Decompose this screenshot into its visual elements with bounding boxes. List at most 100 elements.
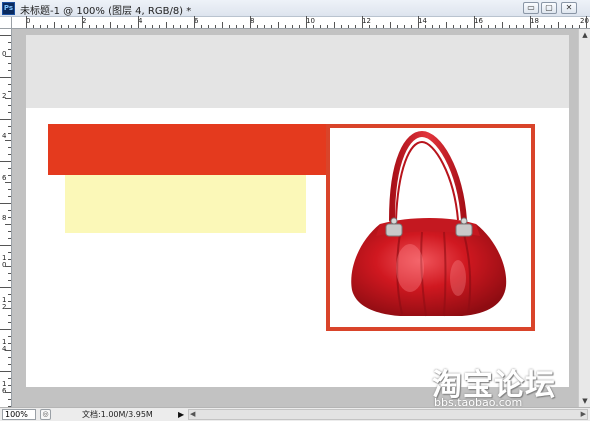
ruler-tick — [8, 217, 11, 218]
ruler-tick — [8, 210, 11, 211]
gray-background-layer[interactable] — [26, 35, 569, 108]
ruler-tick — [8, 105, 11, 106]
ruler-tick — [131, 25, 132, 28]
ruler-tick — [299, 25, 300, 28]
document-size-info: 文档:1.00M/3.95M — [82, 410, 153, 419]
ruler-tick — [8, 63, 11, 64]
ruler-tick — [201, 25, 202, 28]
ruler-tick — [278, 22, 279, 28]
ruler-tick — [8, 126, 11, 127]
close-button[interactable]: ✕ — [561, 2, 577, 14]
ruler-tick — [229, 25, 230, 28]
ruler-tick — [8, 280, 11, 281]
ruler-tick — [0, 245, 11, 246]
ruler-tick — [369, 25, 370, 28]
ruler-tick — [75, 25, 76, 28]
scroll-left-icon[interactable]: ◀ — [190, 410, 195, 419]
ruler-tick — [390, 22, 391, 28]
vertical-ruler[interactable]: 0 2 4 6 8 10 12 14 16 — [0, 29, 12, 407]
ruler-tick — [8, 357, 11, 358]
ruler-tick — [313, 25, 314, 28]
ruler-tick — [117, 25, 118, 28]
ruler-tick — [0, 287, 11, 288]
ruler-tick — [460, 25, 461, 28]
scroll-right-icon[interactable]: ▶ — [581, 410, 586, 419]
ruler-tick — [418, 16, 419, 28]
ruler-tick — [159, 25, 160, 28]
ruler-tick — [453, 25, 454, 28]
ruler-origin-corner[interactable] — [0, 17, 12, 29]
ruler-tick — [572, 25, 573, 28]
ruler-tick — [404, 25, 405, 28]
minimize-button[interactable]: ▭ — [523, 2, 539, 14]
ruler-tick — [8, 84, 11, 85]
ruler-tick — [61, 25, 62, 28]
ruler-tick — [481, 25, 482, 28]
document-canvas[interactable] — [26, 35, 569, 387]
ruler-label: 12 — [362, 17, 371, 25]
ruler-tick — [187, 25, 188, 28]
ruler-tick — [8, 189, 11, 190]
maximize-button[interactable]: ▢ — [541, 2, 557, 14]
ruler-tick — [124, 25, 125, 28]
ruler-tick — [8, 168, 11, 169]
yellow-rectangle-layer[interactable] — [65, 175, 306, 233]
ruler-tick — [208, 25, 209, 28]
ruler-tick — [152, 25, 153, 28]
ruler-tick — [509, 25, 510, 28]
product-photo-frame[interactable] — [326, 124, 535, 331]
zoom-level-field[interactable]: 100% — [2, 409, 36, 420]
vertical-scrollbar[interactable]: ▲ ▼ — [578, 29, 590, 407]
document-status-icon[interactable]: ◎ — [40, 409, 51, 420]
ruler-tick — [551, 25, 552, 28]
status-menu-arrow-icon[interactable]: ▶ — [178, 409, 184, 420]
ruler-tick — [89, 25, 90, 28]
ruler-tick — [5, 308, 11, 309]
ruler-tick — [425, 25, 426, 28]
ruler-tick — [0, 119, 11, 120]
ruler-tick — [138, 16, 139, 28]
ruler-tick — [8, 252, 11, 253]
ruler-tick — [397, 25, 398, 28]
horizontal-ruler[interactable]: 0 2 4 6 8 10 12 14 16 18 20 — [12, 16, 590, 29]
ruler-tick — [166, 22, 167, 28]
red-handbag-image — [351, 130, 507, 317]
ruler-tick — [8, 343, 11, 344]
ruler-tick — [530, 16, 531, 28]
workspace[interactable] — [12, 29, 578, 407]
ruler-tick — [8, 336, 11, 337]
ruler-tick — [0, 371, 11, 372]
ruler-tick — [8, 259, 11, 260]
ruler-label: 6 — [2, 174, 7, 182]
ruler-tick — [8, 91, 11, 92]
scroll-down-icon[interactable]: ▼ — [580, 396, 590, 406]
ruler-tick — [341, 25, 342, 28]
ruler-tick — [306, 16, 307, 28]
ruler-tick — [222, 22, 223, 28]
ruler-tick — [334, 22, 335, 28]
red-bar-layer[interactable] — [48, 124, 333, 175]
status-bar: 100% ◎ 文档:1.00M/3.95M ▶ ◀ ▶ — [0, 407, 590, 421]
ruler-tick — [194, 16, 195, 28]
ruler-tick — [586, 16, 587, 28]
document-title-bar[interactable]: Ps 未标题-1 @ 100% (图层 4, RGB/8) * ▭ ▢ ✕ — [0, 0, 590, 17]
ruler-tick — [0, 161, 11, 162]
ruler-tick — [82, 16, 83, 28]
ruler-tick — [5, 98, 11, 99]
horizontal-scrollbar[interactable]: ◀ ▶ — [188, 409, 588, 420]
ruler-tick — [8, 364, 11, 365]
ruler-tick — [5, 56, 11, 57]
ruler-tick — [8, 154, 11, 155]
ruler-tick — [362, 16, 363, 28]
ruler-tick — [5, 392, 11, 393]
ruler-tick — [5, 224, 11, 225]
ruler-tick — [432, 25, 433, 28]
ruler-tick — [579, 25, 580, 28]
ruler-label: 18 — [530, 17, 539, 25]
ruler-tick — [145, 25, 146, 28]
scroll-up-icon[interactable]: ▲ — [580, 30, 590, 40]
ruler-tick — [8, 273, 11, 274]
ruler-tick — [474, 16, 475, 28]
photoshop-app-icon: Ps — [2, 2, 15, 15]
ruler-tick — [8, 147, 11, 148]
